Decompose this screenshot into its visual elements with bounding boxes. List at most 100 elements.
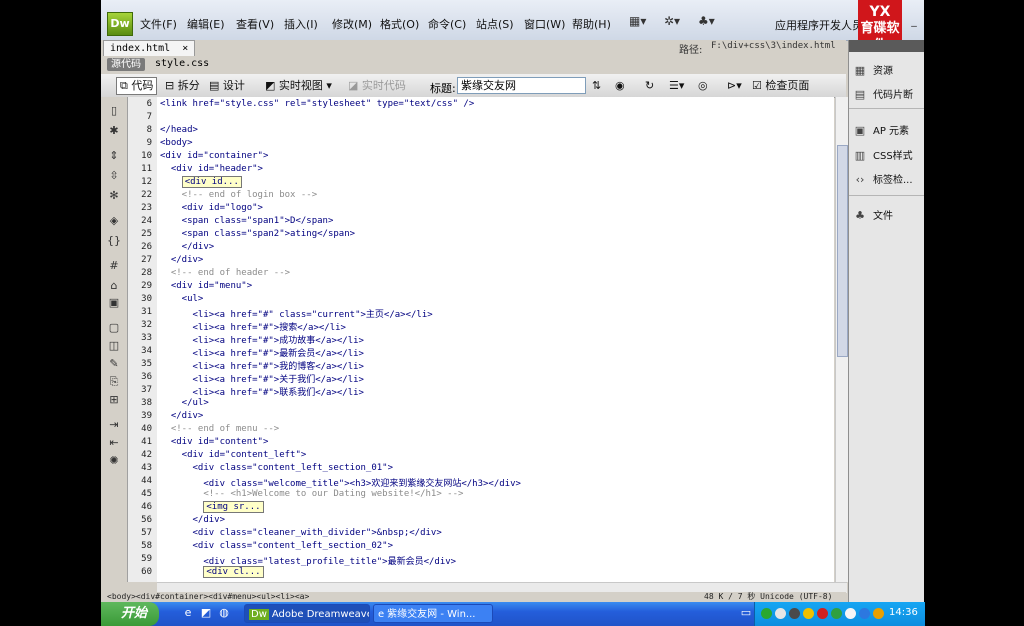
check-page-button[interactable]: ☑ 检查页面	[748, 77, 813, 95]
task-dreamweaver[interactable]: DwAdobe Dreamweave...	[244, 604, 370, 623]
menu-edit[interactable]: 编辑(E)	[187, 16, 225, 32]
collapsed-code-block[interactable]: <div cl...	[160, 566, 264, 578]
panel-files[interactable]: ♣ 文件	[853, 207, 893, 222]
menu-help[interactable]: 帮助(H)	[572, 16, 611, 32]
menu-format[interactable]: 格式(O)	[380, 16, 419, 32]
validate-icon[interactable]: ⊳▾	[723, 77, 746, 95]
code-line: <li><a href="#">搜索</a></li>	[160, 323, 346, 333]
collapse-tag-icon[interactable]: ⇕	[107, 149, 121, 162]
line-number: 40	[141, 424, 152, 434]
indent-icon[interactable]: ⇥	[107, 418, 121, 431]
tray-icon[interactable]	[775, 608, 786, 619]
extend-icon[interactable]: ✲▾	[664, 14, 680, 32]
outdent-icon[interactable]: ⇤	[107, 436, 121, 449]
panel-css-styles[interactable]: ▥ CSS样式	[853, 147, 913, 162]
tray-icon[interactable]	[789, 608, 800, 619]
layout-icon[interactable]: ▦▾	[629, 14, 646, 32]
panel-ap-elements[interactable]: ▣ AP 元素	[853, 122, 909, 137]
file-management-icon[interactable]: ⇅	[588, 77, 605, 95]
code-editor[interactable]: <link href="style.css" rel="stylesheet" …	[157, 97, 834, 582]
visual-aids-icon[interactable]: ◎	[694, 77, 712, 95]
title-input[interactable]: 紫缘交友网	[457, 77, 586, 94]
code-line: <ul>	[160, 294, 204, 304]
line-number: 23	[141, 203, 152, 213]
vertical-scrollbar[interactable]	[835, 97, 848, 582]
code-line: <div class="content_left_section_01">	[160, 463, 394, 473]
move-css-icon[interactable]: ⊞	[107, 393, 121, 406]
syntax-coloring-icon[interactable]: ▣	[107, 296, 121, 309]
view-options-icon[interactable]: ☰▾	[665, 77, 688, 95]
tray-icon[interactable]	[845, 608, 856, 619]
collapsed-code-block[interactable]: <div id...	[160, 176, 242, 188]
highlight-invalid-icon[interactable]: ⌂	[107, 279, 121, 292]
workspace-switcher[interactable]: 应用程序开发人员	[775, 17, 863, 33]
related-file-link[interactable]: style.css	[155, 58, 209, 69]
site-icon[interactable]: ♣▾	[698, 14, 715, 32]
ie-icon[interactable]: e	[181, 606, 195, 620]
expand-all-icon[interactable]: ✻	[107, 189, 121, 202]
snippets-icon: ▤	[854, 88, 866, 101]
menu-file[interactable]: 文件(F)	[140, 16, 177, 32]
collapsed-tag[interactable]: <img sr...	[203, 501, 264, 513]
task-browser[interactable]: e 紫缘交友网 - Win...	[373, 604, 493, 623]
show-code-navigator-icon[interactable]: ✱	[107, 124, 121, 137]
apply-comment-icon[interactable]: ▢	[107, 321, 121, 334]
select-parent-tag-icon[interactable]: ◈	[107, 214, 121, 227]
line-number: 45	[141, 489, 152, 499]
start-button[interactable]: 开始	[101, 602, 159, 626]
balance-braces-icon[interactable]: {}	[107, 234, 121, 247]
minimize-button[interactable]: _	[906, 14, 922, 28]
line-number-gutter: 6 7 8 9 10 11 12 22 23 24 25 26 27 28 29 30 31 32 33 34 35 36…	[128, 97, 158, 582]
tray-icon[interactable]	[803, 608, 814, 619]
menu-insert[interactable]: 插入(I)	[284, 16, 318, 32]
document-toolbar: ⧉ 代码 ⊟ 拆分 ▤ 设计 ◩ 实时视图 ▾ ◪ 实时代码 标题: 紫缘交友网…	[101, 74, 846, 98]
menu-modify[interactable]: 修改(M)	[332, 16, 372, 32]
remove-comment-icon[interactable]: ◫	[107, 339, 121, 352]
tray-icon[interactable]	[859, 608, 870, 619]
preview-icon[interactable]: ◉	[611, 77, 629, 95]
split-view-button[interactable]: ⊟ 拆分	[161, 77, 204, 95]
language-icon[interactable]: ▭	[739, 606, 753, 620]
menu-window[interactable]: 窗口(W)	[524, 16, 565, 32]
design-view-button[interactable]: ▤ 设计	[205, 77, 249, 95]
collapse-selection-icon[interactable]: ⇳	[107, 169, 121, 182]
coding-toolbar: ▯ ✱ ⇕ ⇳ ✻ ◈ {} # ⌂ ▣ ▢ ◫ ✎ ⎘ ⊞ ⇥ ⇤ ✺	[101, 97, 128, 582]
code-line: <li><a href="#" class="current">主页</a></…	[160, 310, 433, 320]
collapsed-tag[interactable]: <div id...	[181, 176, 242, 188]
document-tab[interactable]: index.html ×	[103, 40, 196, 57]
code-line: </div>	[160, 242, 215, 252]
menu-commands[interactable]: 命令(C)	[428, 16, 466, 32]
code-line: <!-- end of login box -->	[160, 190, 318, 200]
code-line: <li><a href="#">关于我们</a></li>	[160, 375, 364, 385]
recent-snippets-icon[interactable]: ⎘	[107, 375, 121, 388]
collapsed-tag[interactable]: <div cl...	[203, 566, 264, 578]
line-number: 31	[141, 307, 152, 317]
tray-icon[interactable]	[831, 608, 842, 619]
panel-tag-inspector[interactable]: ‹› 标签检...	[853, 171, 913, 186]
code-view-button[interactable]: ⧉ 代码	[116, 77, 158, 95]
format-source-icon[interactable]: ✺	[107, 454, 121, 467]
panel-divider	[849, 195, 924, 196]
explorer-icon[interactable]: ◩	[199, 606, 213, 620]
tray-icon[interactable]	[817, 608, 828, 619]
wrap-tag-icon[interactable]: ✎	[107, 357, 121, 370]
tray-icon[interactable]	[873, 608, 884, 619]
tag-selector[interactable]: <body><div#container><div#menu><ul><li><…	[107, 592, 309, 602]
scrollbar-thumb[interactable]	[837, 145, 848, 357]
path-value: F:\div+css\3\index.html	[711, 41, 836, 51]
source-code-button[interactable]: 源代码	[107, 58, 145, 71]
close-icon[interactable]: ×	[182, 43, 188, 54]
firefox-icon[interactable]: ◍	[217, 606, 231, 620]
panel-assets[interactable]: ▦ 资源	[853, 62, 893, 77]
line-numbers-icon[interactable]: #	[107, 259, 121, 272]
open-documents-icon[interactable]: ▯	[107, 104, 121, 117]
tray-icon[interactable]	[761, 608, 772, 619]
menu-site[interactable]: 站点(S)	[476, 16, 514, 32]
collapsed-code-block[interactable]: <img sr...	[160, 501, 264, 513]
menu-view[interactable]: 查看(V)	[236, 16, 274, 32]
live-code-button[interactable]: ◪ 实时代码	[344, 77, 410, 95]
live-view-button[interactable]: ◩ 实时视图 ▾	[261, 77, 336, 95]
code-line: <!-- <h1>Welcome to our Dating website!<…	[160, 489, 464, 499]
refresh-icon[interactable]: ↻	[641, 77, 658, 95]
panel-snippets[interactable]: ▤ 代码片断	[853, 86, 913, 101]
